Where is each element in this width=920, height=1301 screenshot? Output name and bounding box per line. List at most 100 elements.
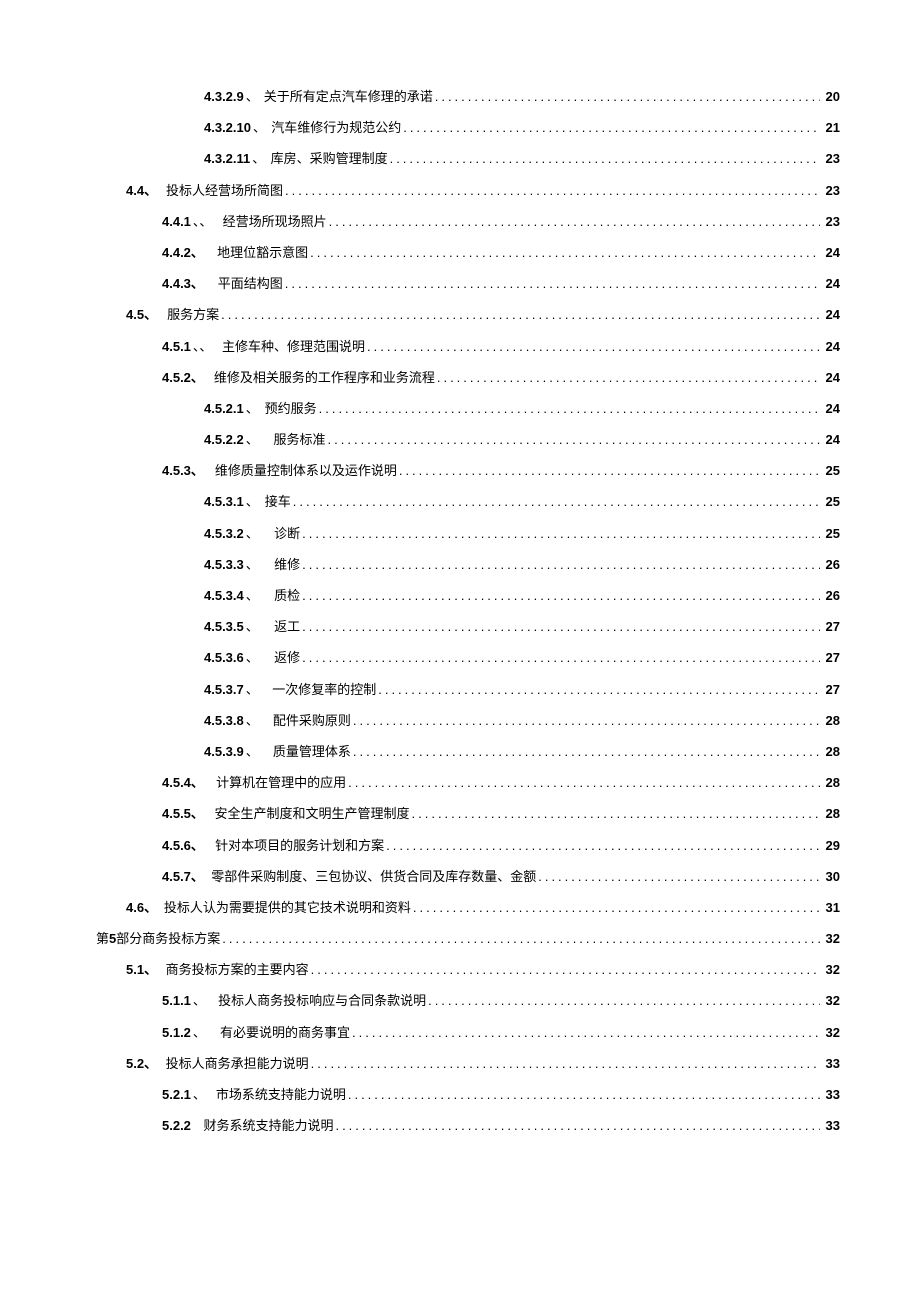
toc-page-number: 26 [822, 558, 840, 571]
toc-number: 4.5.3、 [162, 464, 204, 477]
toc-title: 质量管理体系 [273, 745, 351, 758]
toc-entry: 4.5.7、零部件采购制度、三包协议、供货合同及库存数量、金额30 [70, 870, 840, 883]
leader-dots [311, 963, 820, 976]
toc-number: 4.5.3.9 [204, 745, 244, 758]
toc-title: 维修质量控制体系以及运作说明 [215, 464, 397, 477]
toc-title: 质检 [274, 589, 300, 602]
toc-entry: 4.5.3.2、诊断25 [70, 527, 840, 540]
toc-entry: 4.5.3.1、接车25 [70, 495, 840, 508]
toc-title: 接车 [265, 495, 291, 508]
toc-title: 市场系统支持能力说明 [216, 1088, 346, 1101]
leader-dots [386, 839, 820, 852]
toc-title: 计算机在管理中的应用 [216, 776, 346, 789]
toc-page-number: 33 [822, 1088, 840, 1101]
toc-separator: 、 [193, 994, 206, 1007]
toc-title: 返修 [274, 651, 300, 664]
toc-number: 4.5.7、 [162, 870, 204, 883]
toc-title: 库房、采购管理制度 [271, 152, 388, 165]
toc-separator: 、 [252, 152, 265, 165]
leader-dots [335, 1119, 820, 1132]
toc-page-number: 27 [822, 683, 840, 696]
toc-page-number: 24 [822, 246, 840, 259]
toc-entry: 4.3.2.10、汽车维修行为规范公约21 [70, 121, 840, 134]
toc-page-number: 32 [822, 932, 840, 945]
toc-entry: 4.5.4、计算机在管理中的应用28 [70, 776, 840, 789]
toc-title: 一次修复率的控制 [272, 683, 376, 696]
toc-separator: 、 [246, 90, 259, 103]
toc-entry: 4.5.3.4、质检26 [70, 589, 840, 602]
toc-title: 投标人经营场所简图 [166, 184, 283, 197]
toc-title: 关于所有定点汽车修理的承诺 [264, 90, 433, 103]
toc-separator: 、 [246, 745, 259, 758]
toc-title-prefix: 第 [96, 932, 109, 945]
toc-number: 4.4.1 [162, 215, 191, 228]
toc-separator: 、 [246, 558, 259, 571]
toc-title: 针对本项目的服务计划和方案 [215, 839, 384, 852]
toc-number: 4.3.2.11 [204, 152, 250, 165]
toc-entry: 4.5.3.6、返修27 [70, 651, 840, 664]
leader-dots [348, 776, 820, 789]
leader-dots [302, 589, 820, 602]
toc-title: 零部件采购制度、三包协议、供货合同及库存数量、金额 [211, 870, 536, 883]
toc-title: 诊断 [274, 527, 300, 540]
toc-separator: 、 [246, 402, 259, 415]
toc-title: 平面结构图 [218, 277, 283, 290]
toc-number: 5.2.1 [162, 1088, 191, 1101]
toc-page-number: 23 [822, 215, 840, 228]
toc-page-number: 28 [822, 807, 840, 820]
toc-number: 4.5.3.5 [204, 620, 244, 633]
leader-dots [428, 994, 820, 1007]
toc-page-number: 32 [822, 963, 840, 976]
toc-title: 有必要说明的商务事宜 [220, 1026, 350, 1039]
toc-title: 维修及相关服务的工作程序和业务流程 [214, 371, 435, 384]
toc-entry: 第 5 部分商务投标方案32 [70, 932, 840, 945]
table-of-contents: 4.3.2.9、关于所有定点汽车修理的承诺204.3.2.10、汽车维修行为规范… [70, 90, 840, 1132]
leader-dots [302, 651, 820, 664]
toc-title: 服务方案 [167, 308, 219, 321]
toc-page-number: 23 [822, 152, 840, 165]
leader-dots [221, 308, 820, 321]
toc-separator: 、 [246, 589, 259, 602]
toc-page-number: 24 [822, 340, 840, 353]
toc-page-number: 20 [822, 90, 840, 103]
toc-title: 预约服务 [265, 402, 317, 415]
toc-page-number: 33 [822, 1119, 840, 1132]
toc-title: 商务投标方案的主要内容 [166, 963, 309, 976]
toc-page-number: 23 [822, 184, 840, 197]
toc-title: 返工 [274, 620, 300, 633]
toc-entry: 4.5.3.7、一次修复率的控制27 [70, 683, 840, 696]
toc-separator: 、 [246, 714, 259, 727]
toc-number: 5.2、 [126, 1057, 157, 1070]
toc-number: 4.4、 [126, 184, 157, 197]
toc-separator: 、、 [193, 215, 213, 228]
toc-title: 投标人商务承担能力说明 [166, 1057, 309, 1070]
toc-number: 5.2.2 [162, 1119, 191, 1132]
toc-page-number: 31 [822, 901, 840, 914]
toc-page-number: 24 [822, 402, 840, 415]
toc-title: 维修 [274, 558, 300, 571]
toc-number: 4.6、 [126, 901, 157, 914]
toc-entry: 5.1、商务投标方案的主要内容32 [70, 963, 840, 976]
toc-page-number: 26 [822, 589, 840, 602]
leader-dots [353, 745, 820, 758]
toc-entry: 5.2.1、市场系统支持能力说明33 [70, 1088, 840, 1101]
leader-dots [390, 152, 820, 165]
toc-page-number: 32 [822, 1026, 840, 1039]
leader-dots [435, 90, 820, 103]
leader-dots [293, 495, 820, 508]
leader-dots [399, 464, 820, 477]
toc-page-number: 27 [822, 651, 840, 664]
toc-number: 4.5.1 [162, 340, 191, 353]
leader-dots [367, 340, 820, 353]
toc-entry: 4.5、服务方案24 [70, 308, 840, 321]
page-container: 4.3.2.9、关于所有定点汽车修理的承诺204.3.2.10、汽车维修行为规范… [0, 0, 920, 1301]
toc-number: 4.5.2、 [162, 371, 204, 384]
leader-dots [378, 683, 820, 696]
leader-dots [222, 932, 820, 945]
leader-dots [437, 371, 820, 384]
toc-number: 4.5.3.2 [204, 527, 244, 540]
leader-dots [403, 121, 820, 134]
toc-title: 财务系统支持能力说明 [203, 1119, 333, 1132]
toc-page-number: 24 [822, 371, 840, 384]
leader-dots [413, 901, 820, 914]
